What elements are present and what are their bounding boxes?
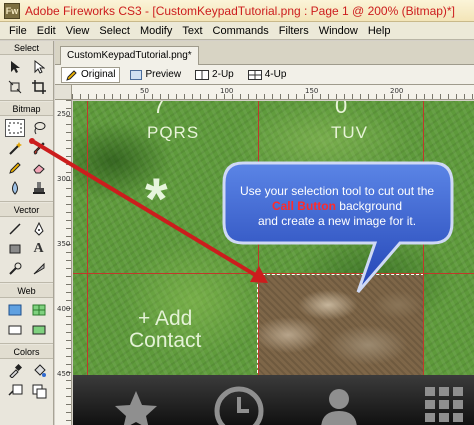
callout-text: Use your selection tool to cut out the C… [232, 184, 442, 229]
callout-line-1: Use your selection tool to cut out the [239, 184, 435, 198]
callout-line-2-suffix: background [335, 199, 403, 213]
callout-highlight: Call Button [271, 199, 336, 213]
callout-line-2: Call Button background [232, 199, 442, 214]
callout-line-3: and create a new image for it. [257, 214, 417, 228]
